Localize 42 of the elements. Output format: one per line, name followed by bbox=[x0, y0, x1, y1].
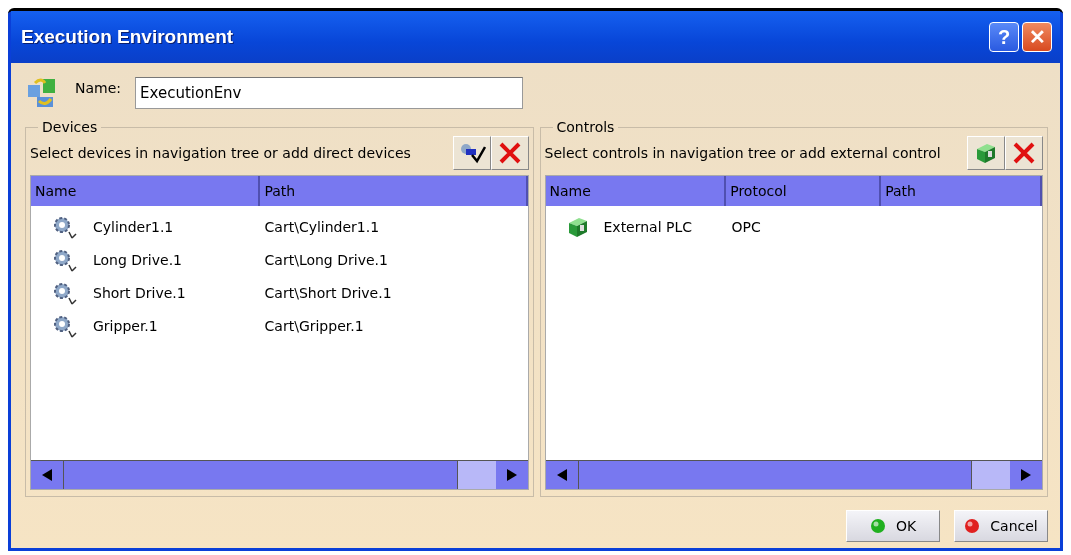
cancel-button[interactable]: Cancel bbox=[954, 510, 1048, 542]
scroll-right-icon[interactable] bbox=[504, 468, 519, 482]
column-header[interactable]: Path bbox=[260, 176, 528, 206]
scroll-left-icon[interactable] bbox=[40, 468, 54, 482]
table-cell-text: Cart\Cylinder1.1 bbox=[263, 218, 381, 235]
ok-status-icon bbox=[869, 518, 886, 534]
select-devices-button[interactable] bbox=[452, 136, 491, 170]
table-cell-text: OPC bbox=[730, 218, 762, 235]
table-cell: Long Drive.1 bbox=[93, 251, 182, 268]
group-legend: Devices bbox=[38, 119, 102, 135]
horizontal-scrollbar[interactable] bbox=[31, 460, 528, 489]
table-cell-text: Cart\Short Drive.1 bbox=[263, 284, 393, 301]
delete-icon bbox=[1012, 141, 1036, 165]
close-button[interactable]: ✕ bbox=[1022, 22, 1052, 52]
delete-icon bbox=[497, 141, 522, 165]
ok-button[interactable]: OK bbox=[846, 510, 940, 542]
instruction-text: Select controls in navigation tree or add external control bbox=[544, 145, 941, 161]
column-header[interactable]: Name bbox=[31, 176, 261, 206]
name-label: Name: bbox=[75, 80, 122, 96]
column-header[interactable]: Protocol bbox=[726, 176, 882, 206]
window-title: Execution Environment bbox=[21, 26, 235, 48]
add-control-button[interactable] bbox=[967, 136, 1005, 170]
column-header[interactable]: Name bbox=[545, 176, 727, 206]
table-cell-text: Cart\Long Drive.1 bbox=[263, 251, 389, 268]
group-legend: Controls bbox=[552, 119, 619, 135]
remove-button[interactable] bbox=[490, 136, 529, 170]
table-cell: Gripper.1 bbox=[93, 317, 158, 334]
scroll-right-icon[interactable] bbox=[1019, 468, 1033, 482]
name-field[interactable]: ExecutionEnv bbox=[135, 77, 524, 109]
help-button[interactable]: ? bbox=[989, 22, 1019, 52]
scroll-thumb[interactable] bbox=[577, 461, 972, 489]
controller-icon bbox=[974, 141, 998, 165]
cancel-status-icon bbox=[964, 518, 981, 534]
column-header[interactable]: Path bbox=[881, 176, 1042, 206]
table-cell: Short Drive.1 bbox=[93, 284, 186, 301]
table-cell: Cylinder1.1 bbox=[93, 218, 174, 235]
scroll-thumb[interactable] bbox=[63, 461, 458, 489]
horizontal-scrollbar[interactable] bbox=[545, 460, 1042, 489]
instruction-text: Select devices in navigation tree or add direct devices bbox=[30, 145, 411, 161]
remove-button[interactable] bbox=[1005, 136, 1043, 170]
table-cell: External PLC bbox=[603, 218, 693, 235]
table-cell-text: Cart\Gripper.1 bbox=[263, 317, 365, 334]
